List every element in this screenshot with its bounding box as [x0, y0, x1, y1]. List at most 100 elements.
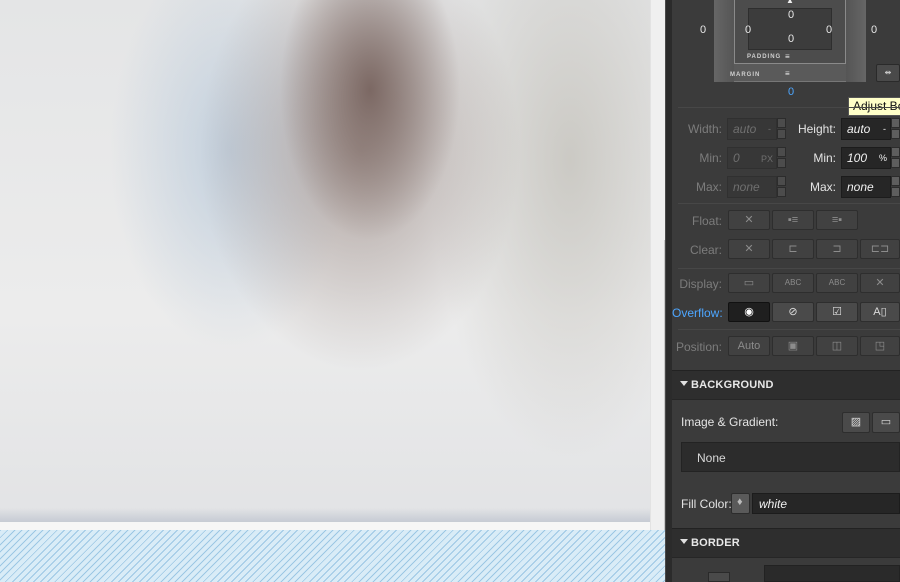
margin-bottom-handle-icon[interactable]: ≡ [785, 69, 790, 78]
width-stepper[interactable] [777, 118, 786, 140]
adjust-box-button[interactable]: ⇹ [876, 64, 900, 82]
border-section-header[interactable]: BORDER [672, 528, 900, 558]
padding-bottom-handle-icon[interactable]: ≡ [785, 52, 790, 61]
background-section-header[interactable]: BACKGROUND [672, 370, 900, 400]
position-relative-button[interactable]: ▣ [772, 336, 814, 356]
max-width-label: Max: [695, 180, 722, 194]
droplet-icon: ♦ [737, 496, 743, 508]
inline-icon: ABC [828, 278, 846, 287]
eye-icon: ◉ [744, 306, 754, 318]
float-none-button[interactable]: ✕ [728, 210, 770, 230]
clear-none-button[interactable]: ✕ [728, 239, 770, 259]
canvas-scrollbar[interactable] [650, 0, 665, 530]
x-icon: ✕ [875, 277, 885, 289]
margin-left-zone[interactable] [714, 0, 734, 82]
float-label: Float: [691, 214, 722, 228]
width-input[interactable]: auto - [727, 118, 777, 140]
height-stepper[interactable] [891, 118, 900, 140]
float-right-button[interactable]: ≡▪ [816, 210, 858, 230]
max-height-label: Max: [809, 180, 836, 194]
display-block-button[interactable]: ▭ [728, 273, 770, 293]
display-inline-button[interactable]: ABC [816, 273, 858, 293]
collapse-triangle-icon [680, 381, 688, 386]
margin-left-value[interactable]: 0 [693, 24, 713, 36]
position-label: Position: [675, 340, 722, 354]
min-height-label: Min: [813, 151, 836, 165]
max-height-input[interactable]: none [841, 176, 891, 198]
box-model-editor: ▲ 0 0 0 0 0 0 PADDING ≡ MARGIN ≡ 0 ⇹ Adj… [672, 0, 900, 116]
separator [678, 203, 900, 204]
padding-right-value[interactable]: 0 [819, 24, 839, 36]
content-top-value[interactable]: 0 [781, 9, 801, 21]
canvas-hatched-area [0, 530, 665, 582]
padding-top-handle-icon[interactable]: ▲ [786, 0, 794, 5]
position-relative-icon: ▣ [787, 340, 799, 352]
x-icon: ✕ [744, 243, 754, 255]
image-gradient-label: Image & Gradient: [681, 415, 779, 429]
clear-right-icon: ⊐ [832, 243, 842, 255]
height-input[interactable]: auto - [841, 118, 891, 140]
margin-label: MARGIN [730, 72, 761, 78]
width-label: Width: [687, 122, 722, 136]
clear-label: Clear: [689, 243, 722, 257]
overflow-auto-button[interactable]: A▯ [860, 302, 900, 322]
block-icon: ▭ [743, 277, 755, 289]
clear-both-button[interactable]: ⊏⊐ [860, 239, 900, 259]
float-left-button[interactable]: ▪≡ [772, 210, 814, 230]
position-fixed-button[interactable]: ◳ [860, 336, 900, 356]
gradient-icon: ▭ [880, 416, 892, 428]
overflow-visible-button[interactable]: ◉ [728, 302, 770, 322]
fill-color-input[interactable]: white [752, 493, 900, 514]
add-image-button[interactable]: ▨ [842, 412, 870, 433]
border-style-control[interactable] [708, 572, 730, 582]
design-canvas[interactable] [0, 0, 665, 582]
padding-label: PADDING [747, 54, 782, 60]
separator [678, 268, 900, 269]
inline-block-icon: ABC [784, 278, 802, 287]
background-image-list[interactable]: None [681, 442, 900, 472]
border-section-title: BORDER [691, 537, 740, 549]
position-absolute-button[interactable]: ◫ [816, 336, 858, 356]
margin-bottom-value[interactable]: 0 [784, 86, 798, 98]
expand-arrows-icon: ⇹ [884, 68, 892, 77]
margin-right-value[interactable]: 0 [864, 24, 884, 36]
overflow-hidden-button[interactable]: ⊘ [772, 302, 814, 322]
display-label: Display: [679, 277, 722, 291]
separator [678, 107, 900, 108]
overflow-scroll-button[interactable]: ☑ [816, 302, 858, 322]
min-width-input[interactable]: 0 PX [727, 147, 777, 169]
border-side-selector[interactable] [764, 565, 900, 582]
panel-divider[interactable] [665, 0, 672, 582]
min-width-label: Min: [699, 151, 722, 165]
min-width-stepper[interactable] [777, 147, 786, 169]
position-auto-button[interactable]: Auto [728, 336, 770, 356]
clear-right-button[interactable]: ⊐ [816, 239, 858, 259]
image-icon: ▨ [850, 416, 862, 428]
position-fixed-icon: ◳ [874, 340, 886, 352]
hero-image[interactable] [0, 0, 650, 522]
min-height-input[interactable]: 100 % [841, 147, 891, 169]
inspector-panel: ▲ 0 0 0 0 0 0 PADDING ≡ MARGIN ≡ 0 ⇹ Adj… [672, 0, 900, 582]
max-width-stepper[interactable] [777, 176, 786, 198]
padding-left-value[interactable]: 0 [738, 24, 758, 36]
display-none-button[interactable]: ✕ [860, 273, 900, 293]
margin-right-zone[interactable] [846, 0, 866, 82]
clear-left-button[interactable]: ⊏ [772, 239, 814, 259]
float-right-icon: ≡▪ [831, 214, 843, 226]
display-inline-block-button[interactable]: ABC [772, 273, 814, 293]
max-width-input[interactable]: none [727, 176, 777, 198]
eye-slash-icon: ⊘ [788, 306, 798, 318]
scroll-icon: ☑ [832, 306, 842, 318]
max-height-stepper[interactable] [891, 176, 900, 198]
float-left-icon: ▪≡ [787, 214, 799, 226]
padding-bottom-value[interactable]: 0 [781, 33, 801, 45]
background-section-title: BACKGROUND [691, 379, 774, 391]
x-icon: ✕ [744, 214, 754, 226]
min-height-stepper[interactable] [891, 147, 900, 169]
add-gradient-button[interactable]: ▭ [872, 412, 900, 433]
fill-color-swatch[interactable]: ♦ [731, 493, 750, 514]
separator [678, 329, 900, 330]
position-absolute-icon: ◫ [831, 340, 843, 352]
clear-both-icon: ⊏⊐ [870, 243, 890, 255]
auto-overflow-icon: A▯ [873, 306, 887, 318]
